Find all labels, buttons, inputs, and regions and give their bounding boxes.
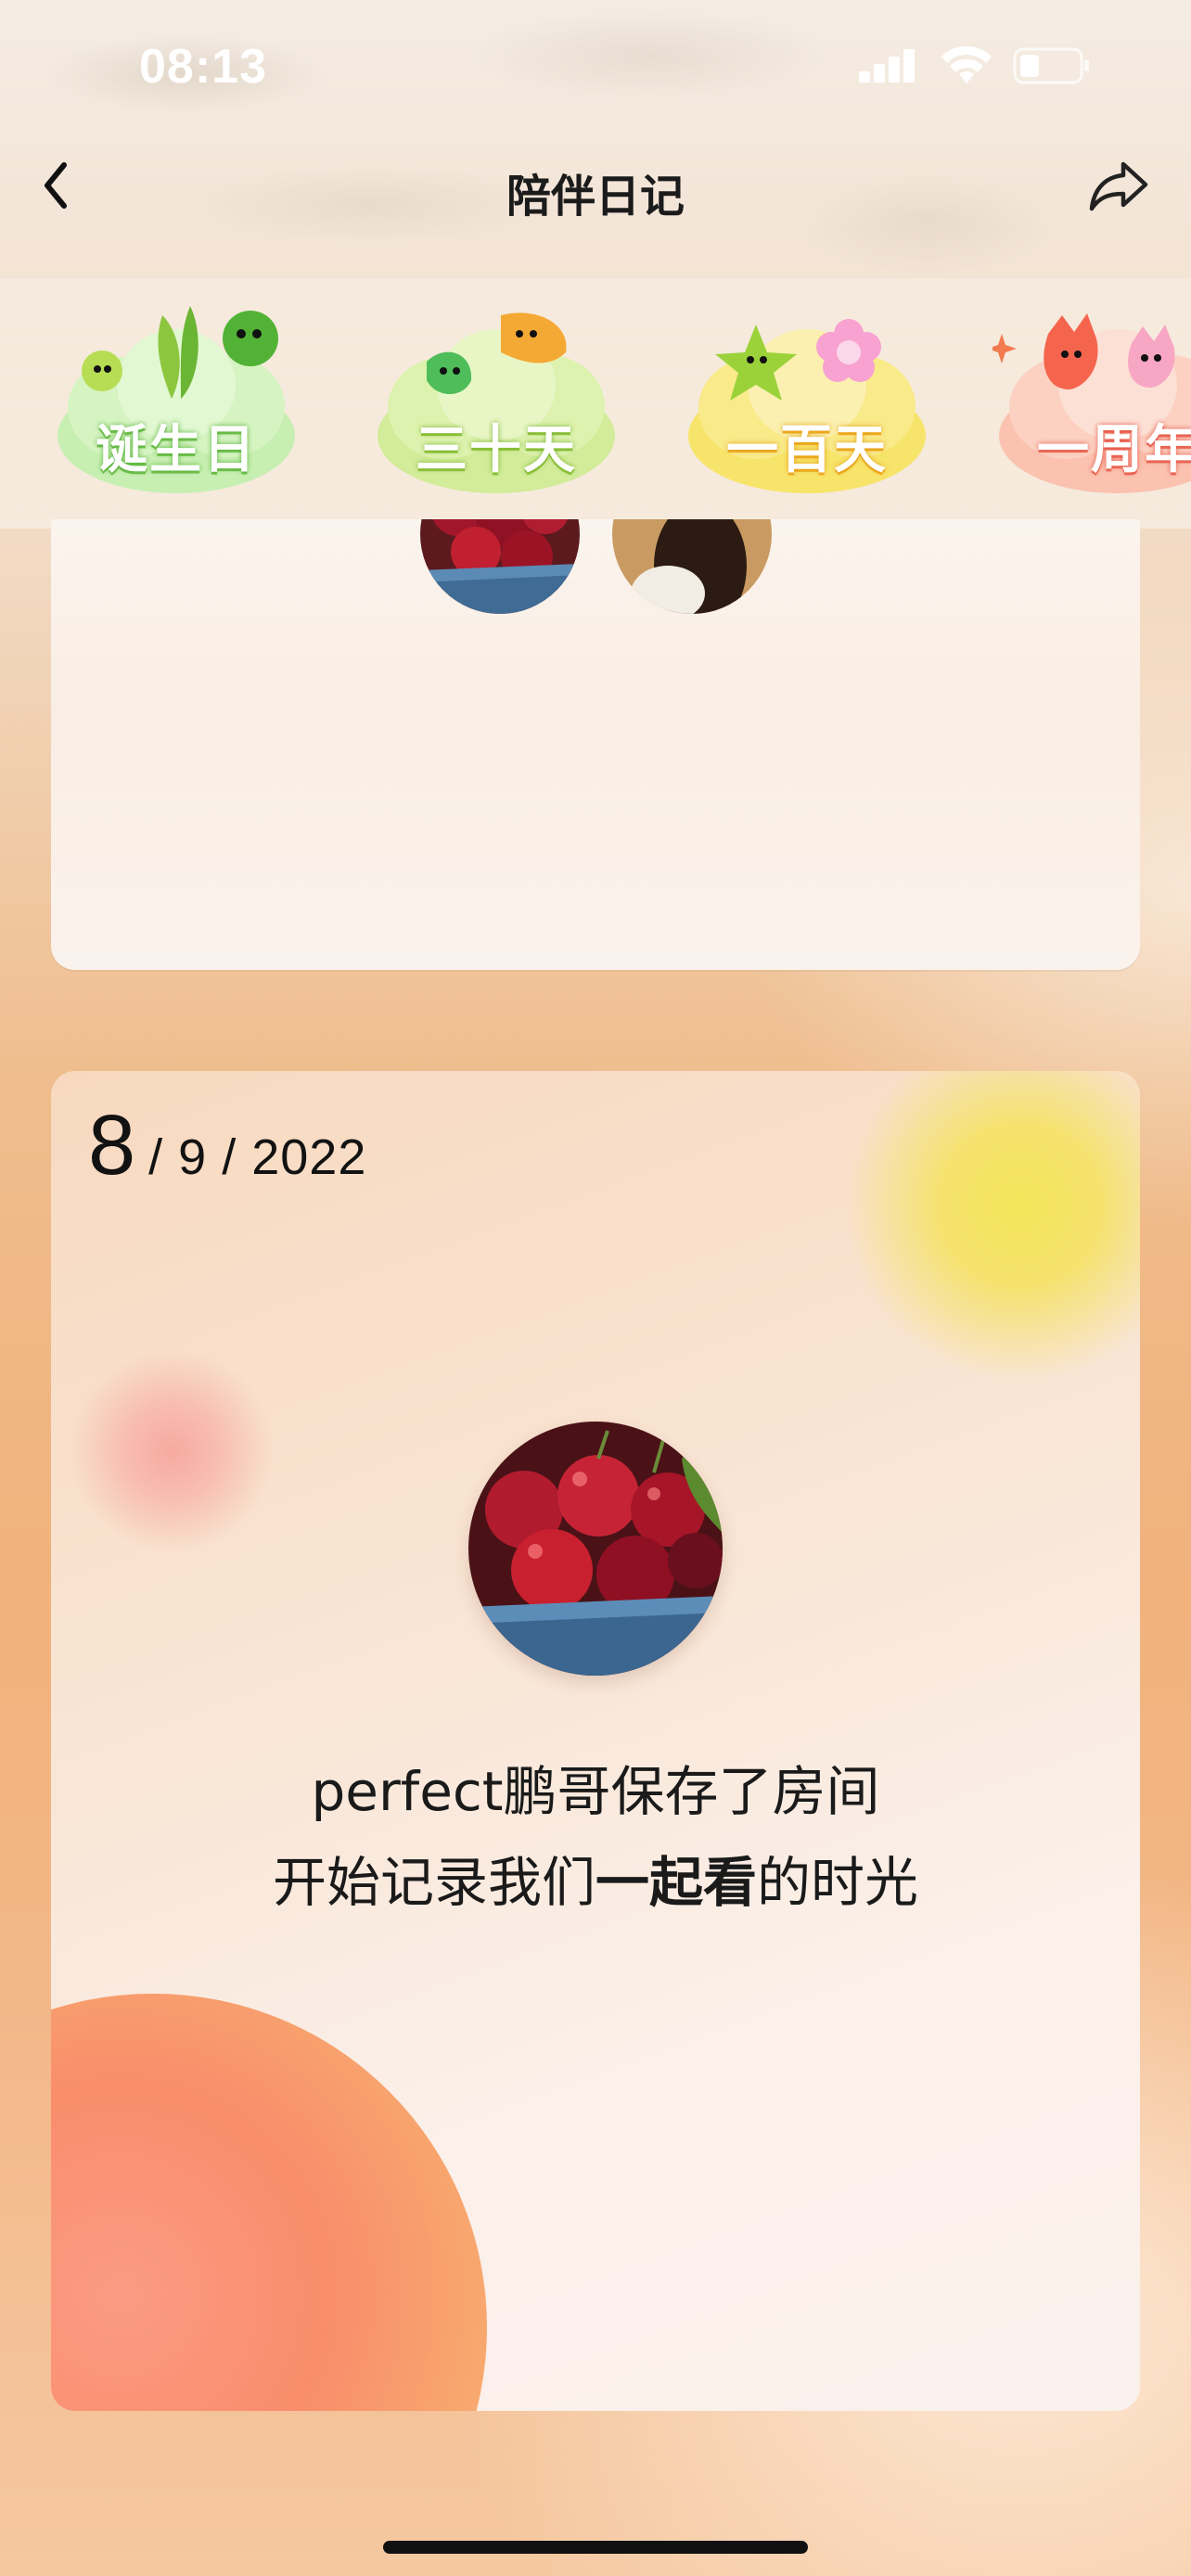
milestone-label: 一周年 (1037, 420, 1191, 480)
diary-card-previous[interactable] (51, 519, 1140, 970)
diary-card[interactable]: 8 / 9 / 2022 perfect鹏哥保存了房间 开始记录我们一起看的时光 (51, 1071, 1140, 2411)
home-indicator[interactable] (383, 2541, 808, 2554)
milestone-label: 三十天 (416, 420, 577, 480)
date-month-year: / 9 / 2022 (148, 1129, 367, 1185)
status-bar: 08:13 (0, 0, 1191, 139)
message-emphasis: 一起看 (595, 1851, 757, 1914)
decorative-blob (51, 1994, 487, 2411)
milestone-label: 诞生日 (96, 420, 257, 480)
date-day: 8 (88, 1098, 136, 1192)
avatar-cherries (468, 1422, 723, 1676)
card-message: perfect鹏哥保存了房间 开始记录我们一起看的时光 (51, 1746, 1140, 1928)
milestone-badge-30-days[interactable]: 三十天 (371, 297, 621, 510)
milestone-badge-birthday[interactable]: 诞生日 (51, 297, 301, 510)
status-icons (859, 45, 1091, 89)
nav-bar: 陪伴日记 (0, 139, 1191, 232)
card-date: 8 / 9 / 2022 (88, 1097, 366, 1194)
message-text: 开始记录我们 (272, 1851, 596, 1914)
milestone-label: 一百天 (726, 420, 888, 480)
page-title: 陪伴日记 (506, 171, 685, 223)
message-text: 的时光 (757, 1851, 919, 1914)
avatar-cherries (420, 519, 580, 614)
message-line-2: 开始记录我们一起看的时光 (51, 1837, 1140, 1928)
milestone-badge-100-days[interactable]: 一百天 (682, 297, 932, 510)
milestone-badges-row: 诞生日 三十天 一百天 一周年 (0, 278, 1191, 529)
signal-icon (859, 47, 920, 88)
share-arrow-icon (1089, 161, 1148, 211)
message-line-1: perfect鹏哥保存了房间 (311, 1760, 880, 1823)
avatar-user-photo (612, 519, 772, 614)
battery-icon (1013, 47, 1091, 88)
milestone-badge-1-year[interactable]: 一周年 (992, 297, 1191, 510)
status-time: 08:13 (139, 40, 267, 94)
wifi-icon (941, 45, 992, 89)
share-button[interactable] (1083, 154, 1154, 219)
